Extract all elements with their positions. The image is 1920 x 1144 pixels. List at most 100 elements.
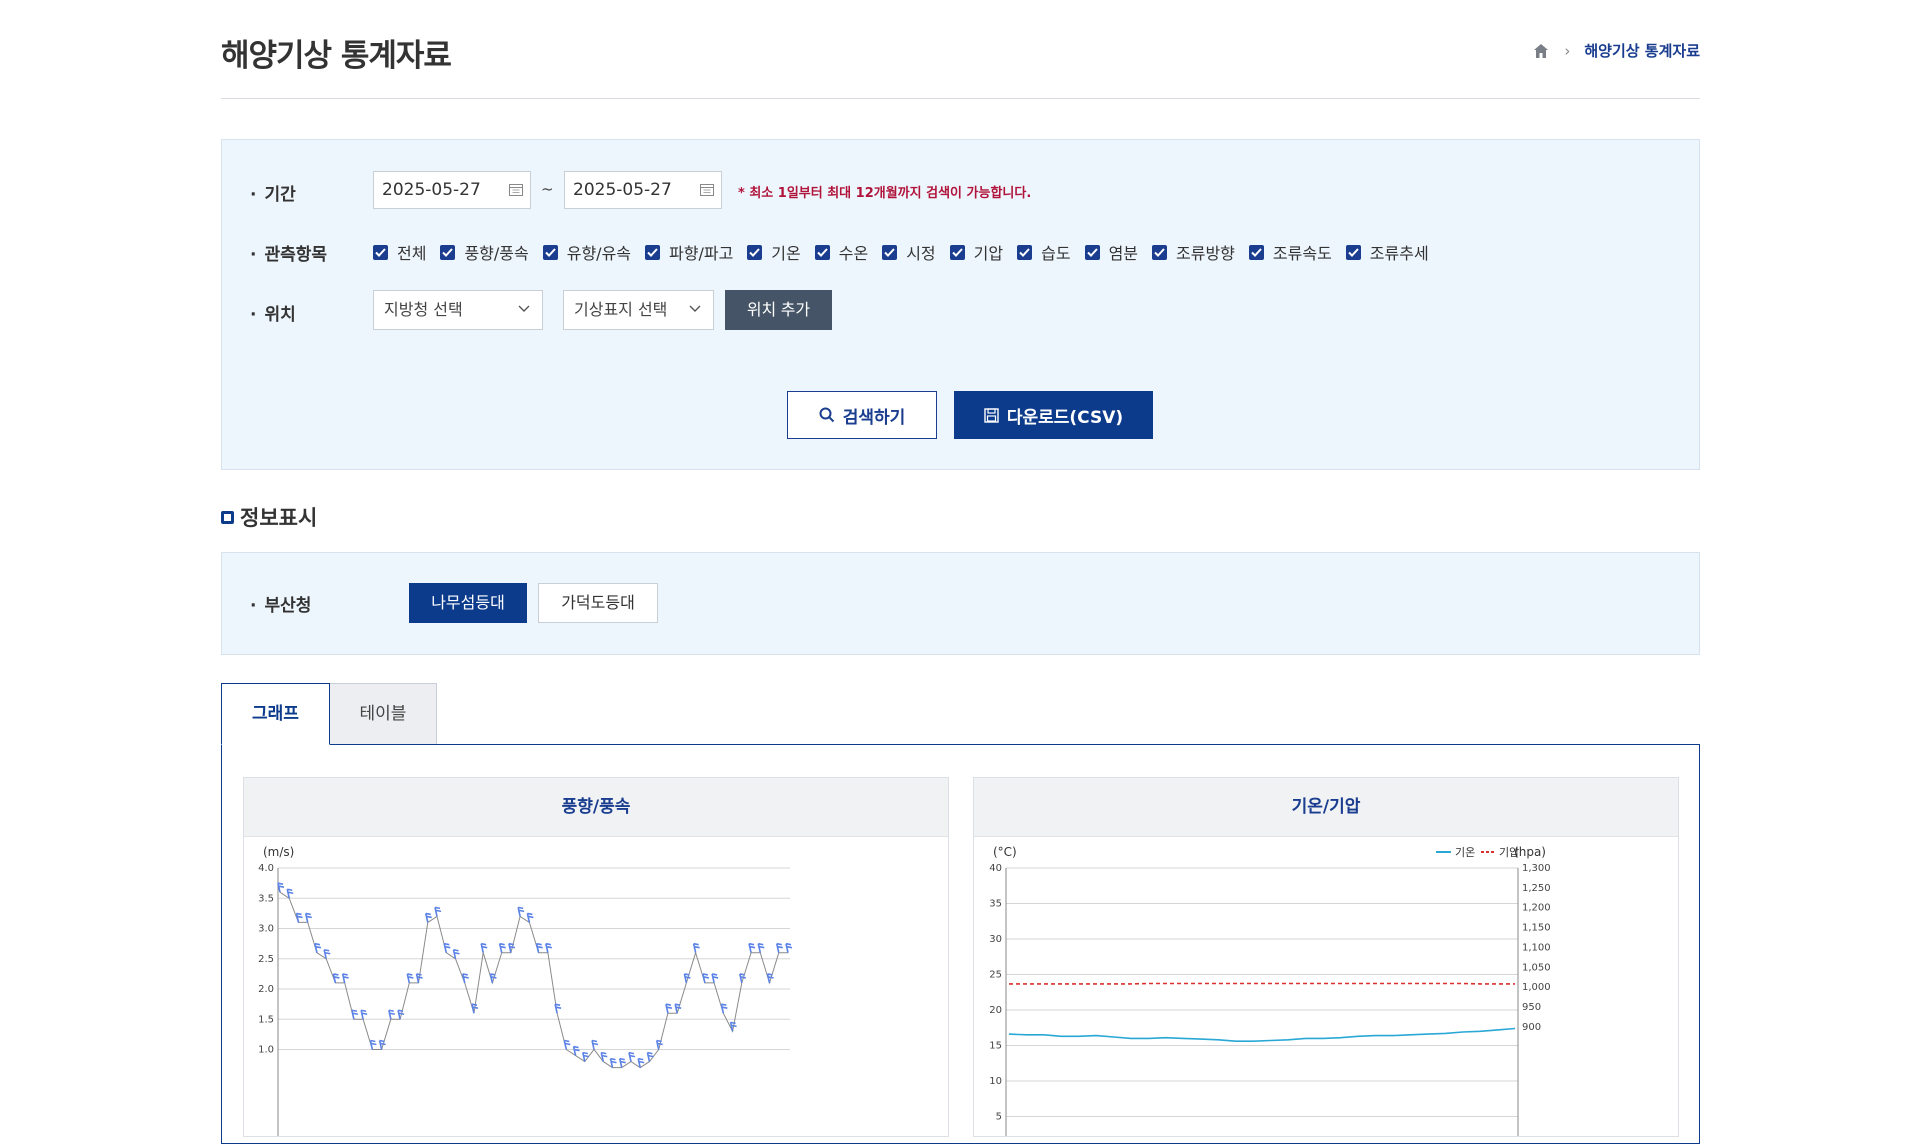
checkbox-item[interactable]: 기온 [747,240,800,264]
wind-barb-mark [287,889,293,898]
wind-chart-card: 풍향/풍속 (m/s)4.03.53.02.52.01.51.0 [243,777,949,1137]
left-tick-label: 35 [989,899,1002,910]
checkbox-item[interactable]: 풍향/풍속 [440,240,528,264]
wind-barb-mark [712,974,718,983]
date-to-input[interactable]: 2025-05-27 [564,171,722,209]
wind-barb-mark [555,1004,561,1013]
checkbox-item[interactable]: 조류방향 [1152,240,1235,264]
checkbox-checked-icon[interactable] [815,245,830,260]
checkbox-checked-icon[interactable] [543,245,558,260]
calendar-icon[interactable] [700,183,714,196]
download-csv-button[interactable]: 다운로드(CSV) [954,391,1153,439]
checkbox-label: 염분 [1109,240,1138,264]
checkbox-checked-icon[interactable] [440,245,455,260]
checkbox-label: 수온 [839,240,868,264]
temp-pressure-chart-card: 기온/기압 (°C)(hpa)기온기압4035302520151051,3001… [973,777,1679,1137]
right-tick-label: 1,100 [1522,942,1551,953]
checkbox-checked-icon[interactable] [1085,245,1100,260]
breadcrumb-current[interactable]: 해양기상 통계자료 [1584,40,1700,61]
station-button-gadeokdo[interactable]: 가덕도등대 [538,583,658,623]
right-tick-label: 1,200 [1522,903,1551,914]
wind-barb-mark [278,883,284,892]
checkbox-item[interactable]: 시정 [882,240,935,264]
checkbox-checked-icon[interactable] [950,245,965,260]
checkbox-item[interactable]: 수온 [815,240,868,264]
wind-barb-mark [481,944,487,953]
checkbox-label: 풍향/풍속 [464,240,528,264]
office-label: 부산청 [250,591,311,616]
tab-table[interactable]: 테이블 [330,683,437,745]
buoy-select[interactable]: 기상표지 선택 [563,290,714,330]
temperature-line [1009,1029,1515,1042]
checkbox-item[interactable]: 파향/파고 [645,240,733,264]
wind-barb-mark [453,950,459,959]
info-section-title: 정보표시 [221,502,317,532]
add-location-button[interactable]: 위치 추가 [725,290,832,330]
graph-panel: 풍향/풍속 (m/s)4.03.53.02.52.01.51.0 기온/기압 (… [221,744,1700,1144]
checkbox-label: 기압 [974,240,1003,264]
checkbox-label: 전체 [397,240,426,264]
checkbox-checked-icon[interactable] [747,245,762,260]
right-tick-label: 1,300 [1522,863,1551,874]
search-button[interactable]: 검색하기 [787,391,937,439]
wind-barb-mark [296,913,302,922]
wind-barb-mark [370,1041,376,1050]
wind-barb-mark [758,944,764,953]
checkbox-item[interactable]: 조류추세 [1346,240,1429,264]
temp-pressure-chart: (°C)(hpa)기온기압4035302520151051,3001,2501,… [974,836,1678,1136]
checkbox-item[interactable]: 유향/유속 [543,240,631,264]
legend-temp-label: 기온 [1455,846,1475,859]
date-from-input[interactable]: 2025-05-27 [373,171,531,209]
region-select[interactable]: 지방청 선택 [373,290,543,330]
y-tick-label: 4.0 [258,863,274,874]
checkbox-label: 기온 [771,240,800,264]
temp-pressure-chart-title: 기온/기압 [974,778,1678,837]
wind-barb-mark [546,944,552,953]
wind-barb-mark [564,1041,570,1050]
calendar-icon[interactable] [509,183,523,196]
wind-barb-mark [601,1053,607,1062]
wind-barb-mark [333,974,339,983]
search-icon [819,407,835,423]
home-icon[interactable] [1532,42,1550,60]
title-divider [221,98,1700,99]
y-tick-label: 2.0 [258,984,274,995]
wind-barb-mark [306,913,312,922]
checkbox-checked-icon[interactable] [1152,245,1167,260]
wind-barb-mark [444,944,450,953]
checkbox-item[interactable]: 염분 [1085,240,1138,264]
checkbox-checked-icon[interactable] [373,245,388,260]
checkbox-item[interactable]: 기압 [950,240,1003,264]
wind-barb-mark [786,944,792,953]
wind-speed-line [280,892,788,1067]
wind-barb-mark [315,944,321,953]
checkbox-checked-icon[interactable] [645,245,660,260]
checkbox-label: 조류속도 [1273,240,1332,264]
checkbox-checked-icon[interactable] [1346,245,1361,260]
checkbox-checked-icon[interactable] [1249,245,1264,260]
checkbox-label: 시정 [906,240,935,264]
wind-chart: (m/s)4.03.53.02.52.01.51.0 [244,836,948,1136]
checkbox-item[interactable]: 전체 [373,240,426,264]
checkbox-checked-icon[interactable] [1017,245,1032,260]
checkbox-item[interactable]: 습도 [1017,240,1070,264]
chevron-down-icon [689,305,701,313]
checkbox-label: 조류추세 [1370,240,1429,264]
items-label: 관측항목 [250,240,327,265]
wind-barb-mark [703,974,709,983]
wind-barb-mark [749,944,755,953]
wind-barb-mark [611,1059,617,1068]
chevron-down-icon [518,305,530,313]
y-tick-label: 1.5 [258,1014,274,1025]
station-button-namuseom[interactable]: 나무섬등대 [409,583,527,623]
checkbox-label: 유향/유속 [567,240,631,264]
y-tick-label: 2.5 [258,954,274,965]
legend-pressure-label: 기압 [1499,846,1519,859]
right-tick-label: 1,250 [1522,883,1551,894]
wind-barb-mark [435,907,441,916]
tab-graph[interactable]: 그래프 [221,683,330,745]
wind-barb-mark [361,1010,367,1019]
checkbox-item[interactable]: 조류속도 [1249,240,1332,264]
left-tick-label: 20 [989,1005,1002,1016]
checkbox-checked-icon[interactable] [882,245,897,260]
